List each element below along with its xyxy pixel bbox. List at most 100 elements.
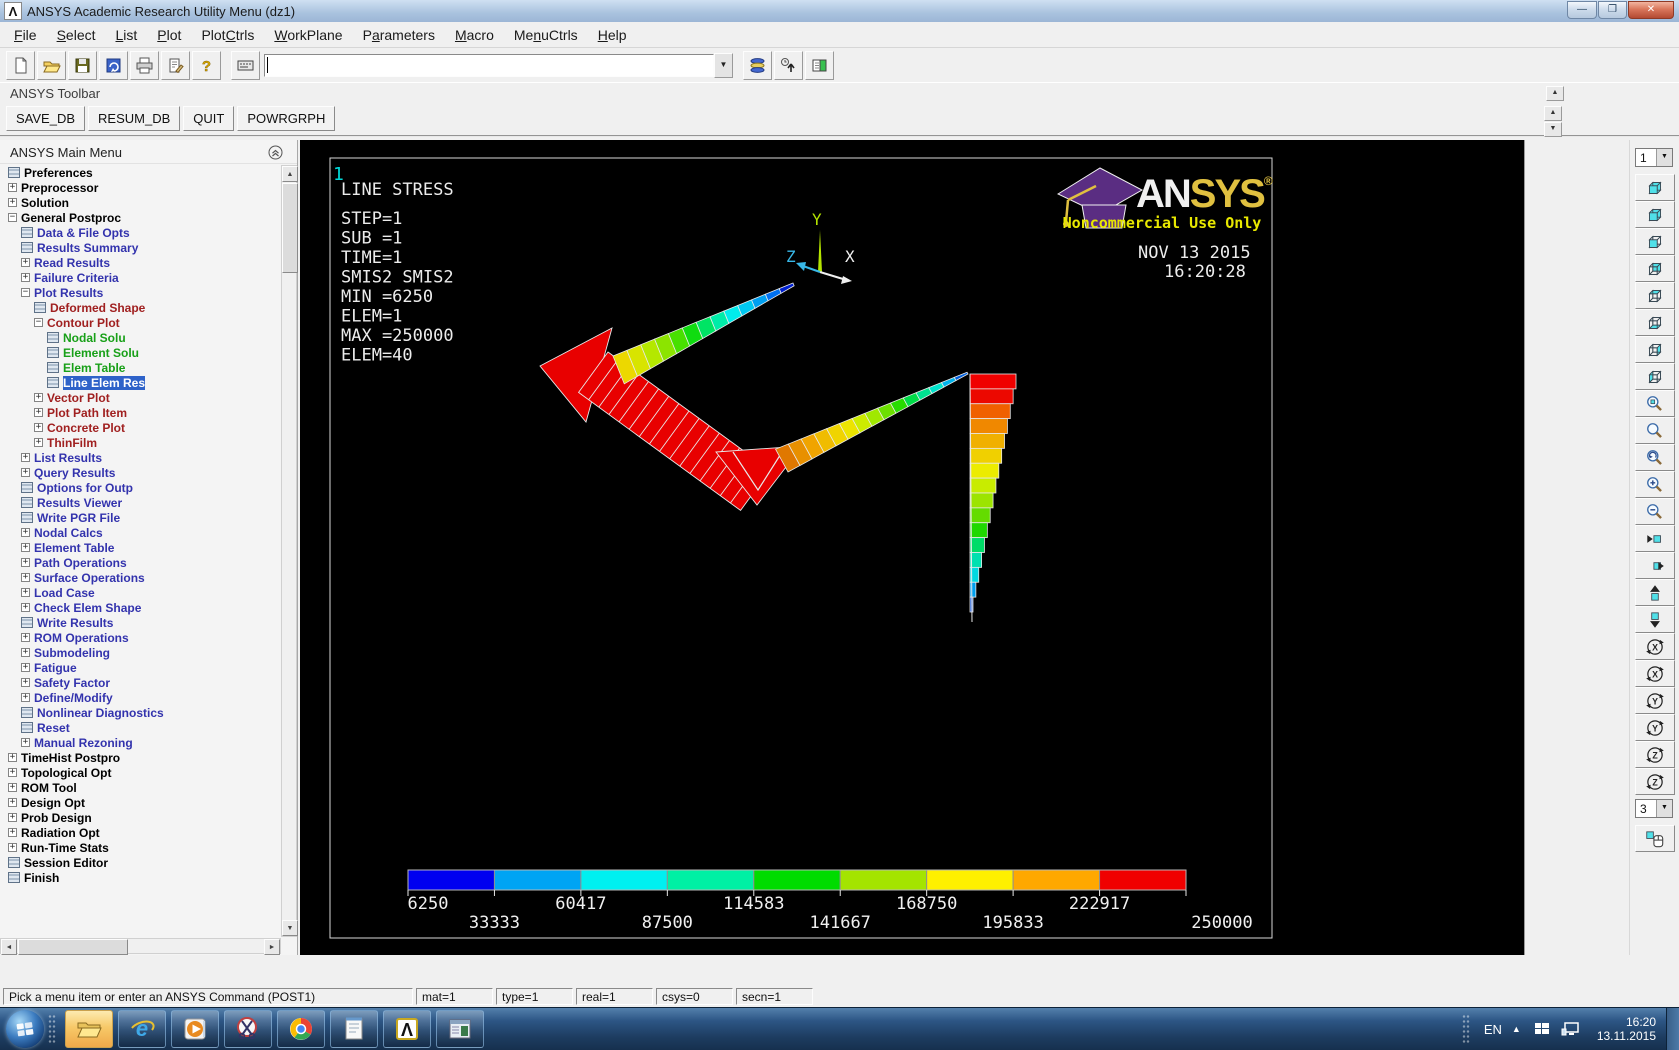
dialog-icon[interactable] bbox=[21, 242, 33, 253]
expand-icon[interactable]: + bbox=[34, 393, 43, 402]
tree-item-manual-rezoning[interactable]: +Manual Rezoning bbox=[2, 735, 280, 750]
expand-icon[interactable]: + bbox=[21, 603, 30, 612]
expand-icon[interactable]: + bbox=[21, 468, 30, 477]
refresh-window-button[interactable] bbox=[99, 51, 128, 80]
tree-item-contour-plot[interactable]: −Contour Plot bbox=[2, 315, 280, 330]
tree-item-finish[interactable]: Finish bbox=[2, 870, 280, 885]
tree-item-list-results[interactable]: +List Results bbox=[2, 450, 280, 465]
zoom-area-button[interactable] bbox=[1635, 417, 1675, 444]
expand-icon[interactable]: + bbox=[8, 798, 17, 807]
expand-icon[interactable]: + bbox=[8, 828, 17, 837]
print-button[interactable] bbox=[130, 51, 159, 80]
view-back-button[interactable] bbox=[1635, 255, 1675, 282]
menu-help[interactable]: Help bbox=[588, 24, 637, 46]
menu-workplane[interactable]: WorkPlane bbox=[264, 24, 352, 46]
menu-file[interactable]: File bbox=[4, 24, 47, 46]
plot-window-selector[interactable]: 1▼ bbox=[1635, 148, 1673, 167]
taskbar-app-snipping-tool[interactable] bbox=[224, 1010, 272, 1048]
tree-item-concrete-plot[interactable]: +Concrete Plot bbox=[2, 420, 280, 435]
taskbar-app-internet-explorer[interactable]: e bbox=[118, 1010, 166, 1048]
new-file-button[interactable] bbox=[6, 51, 35, 80]
clock[interactable]: 16:20 13.11.2015 bbox=[1597, 1015, 1656, 1043]
command-input[interactable] bbox=[264, 54, 714, 77]
quit-button[interactable]: QUIT bbox=[183, 106, 234, 131]
tree-item-line-elem-res[interactable]: Line Elem Res bbox=[2, 375, 280, 390]
collapse-icon[interactable]: − bbox=[34, 318, 43, 327]
expand-icon[interactable]: + bbox=[8, 843, 17, 852]
tree-item-vector-plot[interactable]: +Vector Plot bbox=[2, 390, 280, 405]
menu-parameters[interactable]: Parameters bbox=[353, 24, 445, 46]
dialog-icon[interactable] bbox=[47, 347, 59, 358]
taskbar-app-chrome[interactable] bbox=[277, 1010, 325, 1048]
tree-item-general-postproc[interactable]: −General Postproc bbox=[2, 210, 280, 225]
open-file-button[interactable] bbox=[37, 51, 66, 80]
rotate-x-pos-button[interactable]: X bbox=[1635, 660, 1675, 687]
zoom-out-button[interactable] bbox=[1635, 498, 1675, 525]
taskbar-app-notepad[interactable] bbox=[330, 1010, 378, 1048]
rotate-increment-selector[interactable]: 3▼ bbox=[1635, 799, 1673, 818]
tree-item-nodal-solu[interactable]: Nodal Solu bbox=[2, 330, 280, 345]
taskbar-app-media-player[interactable] bbox=[171, 1010, 219, 1048]
tree-item-load-case[interactable]: +Load Case bbox=[2, 585, 280, 600]
expand-icon[interactable]: + bbox=[21, 648, 30, 657]
tree-item-safety-factor[interactable]: +Safety Factor bbox=[2, 675, 280, 690]
zoom-model-button[interactable] bbox=[1635, 390, 1675, 417]
command-history-dropdown[interactable]: ▼ bbox=[714, 53, 733, 78]
tree-item-rom-operations[interactable]: +ROM Operations bbox=[2, 630, 280, 645]
menu-plot[interactable]: Plot bbox=[147, 24, 191, 46]
view-right-button[interactable] bbox=[1635, 336, 1675, 363]
toolbar-collapse-button[interactable]: ▲ bbox=[1546, 86, 1564, 101]
tree-item-write-pgr-file[interactable]: Write PGR File bbox=[2, 510, 280, 525]
tree-item-radiation-opt[interactable]: +Radiation Opt bbox=[2, 825, 280, 840]
menu-list[interactable]: List bbox=[106, 24, 148, 46]
tree-vertical-scrollbar[interactable]: ▲ ▼ bbox=[281, 165, 297, 937]
save-button[interactable] bbox=[68, 51, 97, 80]
dialog-icon[interactable] bbox=[47, 377, 59, 388]
expand-icon[interactable]: + bbox=[21, 663, 30, 672]
dialog-icon[interactable] bbox=[21, 617, 33, 628]
rotate-y-pos-button[interactable]: Y bbox=[1635, 714, 1675, 741]
tree-item-plot-path-item[interactable]: +Plot Path Item bbox=[2, 405, 280, 420]
expand-icon[interactable]: + bbox=[21, 573, 30, 582]
menu-plotctrls[interactable]: PlotCtrls bbox=[191, 24, 264, 46]
tree-item-run-time-stats[interactable]: +Run-Time Stats bbox=[2, 840, 280, 855]
expand-icon[interactable]: + bbox=[8, 753, 17, 762]
tree-item-failure-criteria[interactable]: +Failure Criteria bbox=[2, 270, 280, 285]
help-button[interactable]: ? bbox=[192, 51, 221, 80]
expand-icon[interactable]: + bbox=[34, 438, 43, 447]
tree-item-prob-design[interactable]: +Prob Design bbox=[2, 810, 280, 825]
main-menu-collapse-icon[interactable] bbox=[268, 145, 283, 160]
tree-item-fatigue[interactable]: +Fatigue bbox=[2, 660, 280, 675]
tray-expand-icon[interactable]: ▲ bbox=[1512, 1024, 1521, 1034]
view-left-button[interactable] bbox=[1635, 363, 1675, 390]
show-desktop-button[interactable] bbox=[1666, 1008, 1679, 1050]
tree-item-options-for-outp[interactable]: Options for Outp bbox=[2, 480, 280, 495]
dialog-icon[interactable] bbox=[8, 857, 20, 868]
expand-icon[interactable]: + bbox=[21, 543, 30, 552]
tree-item-submodeling[interactable]: +Submodeling bbox=[2, 645, 280, 660]
tree-item-nodal-calcs[interactable]: +Nodal Calcs bbox=[2, 525, 280, 540]
tree-item-element-table[interactable]: +Element Table bbox=[2, 540, 280, 555]
tree-item-results-summary[interactable]: Results Summary bbox=[2, 240, 280, 255]
expand-icon[interactable]: + bbox=[21, 453, 30, 462]
layers-button[interactable] bbox=[743, 51, 772, 80]
dialog-icon[interactable] bbox=[34, 302, 46, 313]
tree-item-rom-tool[interactable]: +ROM Tool bbox=[2, 780, 280, 795]
tree-item-data-file-opts[interactable]: Data & File Opts bbox=[2, 225, 280, 240]
start-button[interactable] bbox=[6, 1010, 44, 1048]
zoom-in-button[interactable] bbox=[1635, 471, 1675, 498]
tree-item-preferences[interactable]: Preferences bbox=[2, 165, 280, 180]
tree-horizontal-scrollbar[interactable]: ◄ ► bbox=[0, 938, 281, 954]
tree-item-design-opt[interactable]: +Design Opt bbox=[2, 795, 280, 810]
dialog-icon[interactable] bbox=[21, 482, 33, 493]
view-isometric-button[interactable] bbox=[1635, 174, 1675, 201]
expand-icon[interactable]: + bbox=[21, 528, 30, 537]
tree-item-nonlinear-diagnostics[interactable]: Nonlinear Diagnostics bbox=[2, 705, 280, 720]
menu-select[interactable]: Select bbox=[47, 24, 106, 46]
expand-icon[interactable]: + bbox=[34, 423, 43, 432]
expand-icon[interactable]: + bbox=[8, 183, 17, 192]
expand-icon[interactable]: + bbox=[21, 258, 30, 267]
close-button[interactable]: ✕ bbox=[1628, 1, 1674, 19]
view-bottom-button[interactable] bbox=[1635, 309, 1675, 336]
maximize-button[interactable]: ❐ bbox=[1598, 1, 1627, 19]
